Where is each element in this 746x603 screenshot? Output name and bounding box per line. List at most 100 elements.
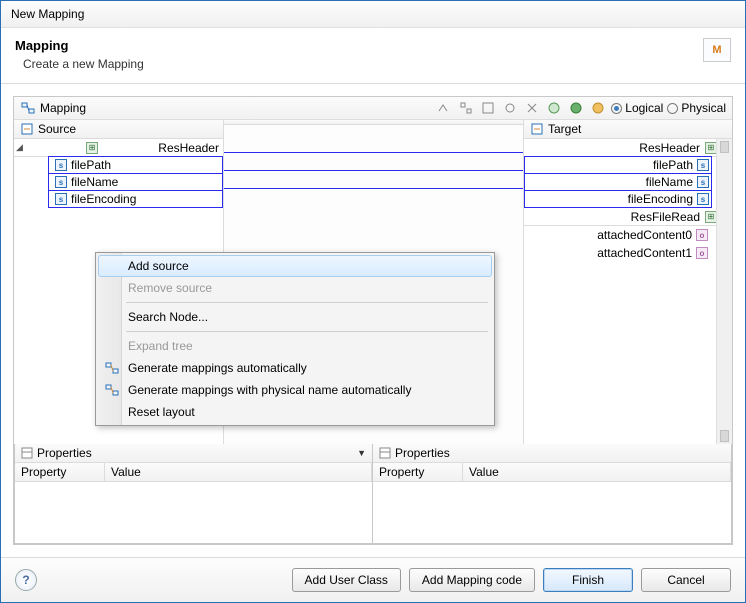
menu-item-label: Expand tree <box>128 339 193 353</box>
target-field-label: fileEncoding <box>628 192 693 206</box>
col-property[interactable]: Property <box>15 463 105 482</box>
menu-separator <box>126 302 488 303</box>
string-type-icon: s <box>697 159 709 171</box>
toolbar-btn-6[interactable] <box>545 99 563 117</box>
string-type-icon: s <box>697 193 709 205</box>
properties-right-title: Properties <box>395 446 450 460</box>
target-field-row[interactable]: attachedContent1 o <box>524 244 732 262</box>
target-group-row[interactable]: ResHeader ⊞ ◢ <box>524 139 732 157</box>
string-type-icon: s <box>55 193 67 205</box>
menu-reset-layout[interactable]: Reset layout <box>98 401 492 423</box>
mapping-connection[interactable] <box>224 188 523 189</box>
target-field-row[interactable]: filePath s <box>524 156 712 174</box>
properties-right-columns: Property Value <box>373 463 731 482</box>
window: New Mapping Mapping Create a new Mapping… <box>0 0 746 603</box>
toolbar-btn-5[interactable] <box>523 99 541 117</box>
source-tab-icon <box>20 122 34 136</box>
source-field-label: filePath <box>71 158 111 172</box>
titlebar: New Mapping <box>1 1 745 28</box>
properties-right-body[interactable] <box>373 482 731 543</box>
properties-icon <box>379 447 391 459</box>
object-type-icon: o <box>696 229 708 241</box>
mapping-toolbar: Mapping Logical <box>14 97 732 120</box>
source-field-label: fileEncoding <box>71 192 136 206</box>
string-type-icon: s <box>697 176 709 188</box>
source-title: Source <box>38 122 76 136</box>
mapping-header-icon: M <box>703 38 731 62</box>
menu-generate-mappings-physical[interactable]: Generate mappings with physical name aut… <box>98 379 492 401</box>
properties-menu-icon[interactable]: ▼ <box>357 448 366 458</box>
radio-physical[interactable]: Physical <box>667 101 726 115</box>
generate-icon <box>104 382 120 398</box>
mapping-icon-letter: M <box>712 44 721 56</box>
target-pane: Target ResHeader ⊞ ◢ filePath s <box>523 120 732 444</box>
menu-item-label: Remove source <box>128 281 212 295</box>
target-field-row[interactable]: attachedContent0 o <box>524 226 732 244</box>
target-field-label: filePath <box>653 158 693 172</box>
source-field-row[interactable]: s fileName <box>48 173 223 191</box>
properties-left: Properties ▼ Property Value <box>14 444 373 544</box>
window-title: New Mapping <box>11 7 84 21</box>
target-field-label: attachedContent0 <box>597 228 692 242</box>
cancel-button[interactable]: Cancel <box>641 568 731 592</box>
radio-logical[interactable]: Logical <box>611 101 663 115</box>
properties-left-columns: Property Value <box>15 463 372 482</box>
properties-right-header: Properties <box>373 444 731 463</box>
target-field-label: attachedContent1 <box>597 246 692 260</box>
toolbar-btn-7[interactable] <box>567 99 585 117</box>
target-title: Target <box>548 122 581 136</box>
struct-icon: ⊞ <box>85 141 99 155</box>
toolbar-btn-4[interactable] <box>501 99 519 117</box>
target-body[interactable]: ResHeader ⊞ ◢ filePath s fileName s <box>524 139 732 444</box>
radio-dot-icon <box>611 103 622 114</box>
properties-row: Properties ▼ Property Value <box>14 444 732 544</box>
target-field-label: fileName <box>646 175 693 189</box>
menu-generate-mappings[interactable]: Generate mappings automatically <box>98 357 492 379</box>
source-field-label: fileName <box>71 175 118 189</box>
menu-search-node[interactable]: Search Node... <box>98 306 492 328</box>
source-root-row[interactable]: ◢ ⊞ ResHeader <box>14 139 223 157</box>
generate-icon <box>104 360 120 376</box>
properties-left-header: Properties ▼ <box>15 444 372 463</box>
menu-expand-tree: Expand tree <box>98 335 492 357</box>
target-group-row[interactable]: ResFileRead ⊞ ◢ <box>524 208 732 226</box>
scrollbar[interactable] <box>716 139 732 444</box>
col-property[interactable]: Property <box>373 463 463 482</box>
radio-dot-icon <box>667 103 678 114</box>
col-value[interactable]: Value <box>105 463 372 482</box>
col-value[interactable]: Value <box>463 463 731 482</box>
toolbar-btn-3[interactable] <box>479 99 497 117</box>
add-mapping-code-button[interactable]: Add Mapping code <box>409 568 535 592</box>
context-menu: Add source Remove source Search Node... … <box>95 252 495 426</box>
mapping-connection[interactable] <box>224 152 523 153</box>
properties-right: Properties Property Value <box>373 444 732 544</box>
menu-item-label: Generate mappings automatically <box>128 361 307 375</box>
toolbar-btn-1[interactable] <box>435 99 453 117</box>
finish-button[interactable]: Finish <box>543 568 633 592</box>
mapping-connection[interactable] <box>224 170 523 171</box>
source-field-row[interactable]: s filePath <box>48 156 223 174</box>
source-field-row[interactable]: s fileEncoding <box>48 190 223 208</box>
properties-left-body[interactable] <box>15 482 372 543</box>
target-field-row[interactable]: fileEncoding s <box>524 190 712 208</box>
target-group-label: ResHeader <box>639 141 700 155</box>
expand-icon[interactable]: ◢ <box>16 142 26 153</box>
menu-item-label: Reset layout <box>128 405 195 419</box>
help-button[interactable]: ? <box>15 569 37 591</box>
add-user-class-button[interactable]: Add User Class <box>292 568 401 592</box>
menu-separator <box>126 331 488 332</box>
menu-item-label: Search Node... <box>128 310 208 324</box>
mapping-section-label: Mapping <box>40 101 86 115</box>
source-header: Source <box>14 120 223 139</box>
source-root-label: ResHeader <box>158 141 219 155</box>
toolbar-btn-2[interactable] <box>457 99 475 117</box>
target-tab-icon <box>530 122 544 136</box>
menu-add-source[interactable]: Add source <box>98 255 492 277</box>
footer: ? Add User Class Add Mapping code Finish… <box>1 557 745 602</box>
target-field-row[interactable]: fileName s <box>524 173 712 191</box>
target-header: Target <box>524 120 732 139</box>
radio-physical-label: Physical <box>681 101 726 115</box>
properties-left-title: Properties <box>37 446 92 460</box>
target-group-label: ResFileRead <box>631 210 700 224</box>
toolbar-btn-8[interactable] <box>589 99 607 117</box>
